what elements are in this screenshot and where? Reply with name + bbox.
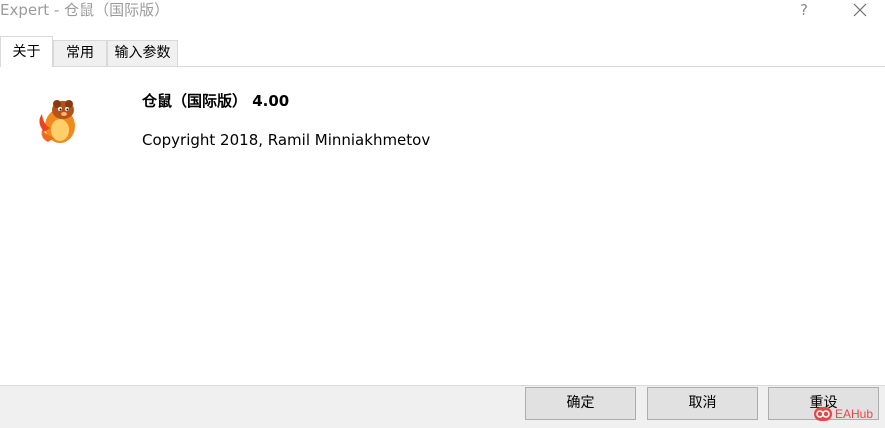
- eahub-logo-icon: [814, 407, 832, 421]
- tab-common[interactable]: 常用: [53, 40, 107, 66]
- tab-about[interactable]: 关于: [0, 36, 53, 67]
- tab-strip: 关于 常用 输入参数: [0, 36, 885, 67]
- help-button[interactable]: ?: [796, 0, 812, 20]
- watermark-text: EAHub: [835, 407, 874, 421]
- title-bar: Expert - 仓鼠（国际版） ?: [0, 0, 885, 31]
- window-title: Expert - 仓鼠（国际版）: [0, 1, 170, 19]
- cancel-button[interactable]: 取消: [647, 387, 758, 420]
- watermark: EAHub: [813, 404, 873, 424]
- product-name: 仓鼠（国际版） 4.00: [142, 92, 290, 110]
- copyright-text: Copyright 2018, Ramil Minniakhmetov: [142, 131, 431, 149]
- tab-input-parameters[interactable]: 输入参数: [107, 40, 178, 66]
- hamster-logo-icon: [30, 92, 90, 154]
- close-icon[interactable]: [850, 0, 870, 20]
- ok-button[interactable]: 确定: [525, 387, 636, 420]
- about-panel: 仓鼠（国际版） 4.00 Copyright 2018, Ramil Minni…: [0, 67, 885, 385]
- button-bar: 确定 取消 重设: [0, 385, 885, 428]
